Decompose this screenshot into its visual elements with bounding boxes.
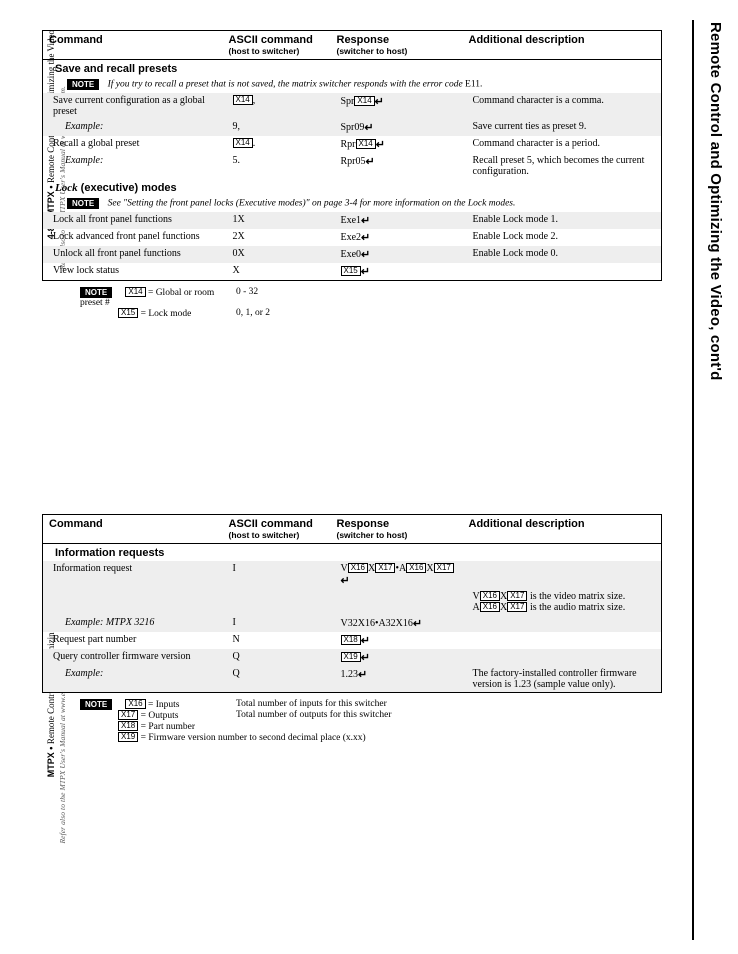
note-pill: NOTE [80, 287, 112, 298]
table-row: Query controller firmware version Q X19↵ [43, 649, 662, 666]
table-header-row: Command ASCII command(host to switcher) … [43, 31, 662, 60]
col-desc: Additional description [463, 515, 662, 544]
return-icon: ↵ [375, 96, 384, 108]
return-icon: ↵ [361, 652, 370, 664]
table-row: VX16XX17 is the video matrix size. AX16X… [43, 589, 662, 615]
return-icon: ↵ [341, 575, 350, 587]
table-row: Information request I VX16XX17•AX16XX17↵ [43, 561, 662, 589]
table-row: Lock all front panel functions 1X Exe1↵ … [43, 212, 662, 229]
col-response: Response(switcher to host) [331, 515, 463, 544]
note-pill: NOTE [67, 79, 99, 90]
section-heading-vertical: Remote Control and Optimizing the Video,… [707, 22, 724, 381]
return-icon: ↵ [361, 232, 370, 244]
return-icon: ↵ [361, 249, 370, 261]
return-icon: ↵ [358, 669, 367, 681]
table-row: Example: 9, Spr09↵ Save current ties as … [43, 119, 662, 136]
col-ascii: ASCII command(host to switcher) [223, 31, 331, 60]
return-icon: ↵ [376, 139, 385, 151]
page-4-9: Command ASCII command(host to switcher) … [42, 514, 662, 743]
page-divider [692, 20, 694, 940]
table-row: Recall a global preset X14. RprX14↵ Comm… [43, 136, 662, 153]
return-icon: ↵ [361, 266, 370, 278]
table-row: View lock status X X15↵ [43, 263, 662, 281]
legend-top: NOTE X14 = Global or room preset # 0 - 3… [80, 287, 662, 319]
return-icon: ↵ [366, 156, 375, 168]
col-command: Command [43, 31, 223, 60]
note-e11: NOTE If you try to recall a preset that … [43, 77, 662, 93]
col-ascii: ASCII command(host to switcher) [223, 515, 331, 544]
legend-bottom: NOTE X16 = Inputs Total number of inputs… [80, 699, 662, 743]
command-table-bottom: Command ASCII command(host to switcher) … [42, 514, 662, 693]
return-icon: ↵ [361, 215, 370, 227]
col-response: Response(switcher to host) [331, 31, 463, 60]
return-icon: ↵ [413, 618, 422, 630]
note-pill: NOTE [80, 699, 112, 710]
table-row: Lock advanced front panel functions 2X E… [43, 229, 662, 246]
section-lock: Lock (executive) modes [43, 179, 662, 196]
table-row: Example: 5. Rpr05↵ Recall preset 5, whic… [43, 153, 662, 179]
table-header-row: Command ASCII command(host to switcher) … [43, 515, 662, 544]
command-table-top: Command ASCII command(host to switcher) … [42, 30, 662, 281]
section-save-recall: Save and recall presets [43, 60, 662, 78]
note-pill: NOTE [67, 198, 99, 209]
table-row: Save current configuration as a global p… [43, 93, 662, 119]
return-icon: ↵ [364, 122, 373, 134]
table-row: Example: Q 1.23↵ The factory-installed c… [43, 666, 662, 693]
table-row: Request part number N X18↵ [43, 632, 662, 649]
note-lock: NOTE See "Setting the front panel locks … [43, 196, 662, 212]
table-row: Example: MTPX 3216 I V32X16•A32X16↵ [43, 615, 662, 632]
section-info-requests: Information requests [43, 544, 662, 562]
col-desc: Additional description [463, 31, 662, 60]
return-icon: ↵ [361, 635, 370, 647]
page-4-8: Command ASCII command(host to switcher) … [42, 30, 662, 319]
col-command: Command [43, 515, 223, 544]
table-row: Unlock all front panel functions 0X Exe0… [43, 246, 662, 263]
